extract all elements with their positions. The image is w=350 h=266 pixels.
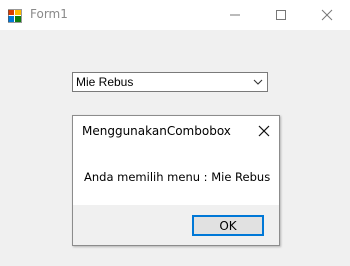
title-bar[interactable]: Form1 bbox=[0, 0, 350, 30]
menu-combobox[interactable]: Mie Rebus bbox=[72, 72, 268, 92]
ok-button-label: OK bbox=[219, 218, 237, 233]
dialog-footer: OK bbox=[73, 205, 279, 245]
dialog-title: MenggunakanCombobox bbox=[82, 124, 231, 138]
close-icon bbox=[258, 122, 270, 141]
close-icon bbox=[321, 6, 333, 25]
combobox-selected-value: Mie Rebus bbox=[76, 75, 134, 89]
maximize-button[interactable] bbox=[258, 0, 304, 30]
minimize-icon bbox=[229, 6, 241, 25]
window-close-button[interactable] bbox=[304, 0, 350, 30]
ok-button[interactable]: OK bbox=[192, 215, 264, 236]
dialog-close-button[interactable] bbox=[251, 119, 277, 143]
form-app-icon bbox=[8, 8, 22, 23]
dialog-message: Anda memilih menu : Mie Rebus bbox=[84, 170, 271, 184]
form1-window: Form1 Mie Rebus MenggunakanCombobox Anda… bbox=[0, 0, 350, 266]
window-title: Form1 bbox=[30, 7, 68, 21]
message-box-dialog: MenggunakanCombobox Anda memilih menu : … bbox=[72, 115, 280, 246]
maximize-icon bbox=[275, 6, 287, 25]
minimize-button[interactable] bbox=[212, 0, 258, 30]
chevron-down-icon[interactable] bbox=[251, 75, 265, 89]
